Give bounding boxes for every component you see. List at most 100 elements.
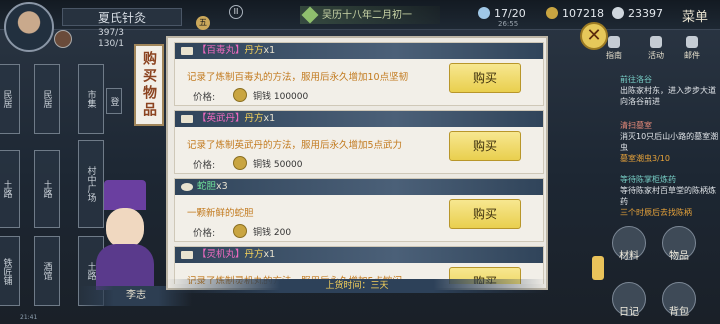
- gallbladder-icon: [181, 183, 193, 191]
- buy-button[interactable]: 购买: [449, 199, 521, 229]
- item-price: 铜钱 100000: [253, 92, 309, 102]
- companion-avatar[interactable]: [54, 30, 72, 48]
- items-label: 物品: [669, 251, 689, 262]
- hp-line-2: 130/1: [98, 39, 124, 49]
- item-count: x1: [263, 45, 276, 56]
- map-cell-dirt-road-2[interactable]: 土路: [34, 150, 60, 228]
- hp-readout: 397/3 130/1: [98, 28, 124, 50]
- shop-item: 蛇胆x3 一颗新鲜的蛇胆 价格: 铜钱 200 购买: [174, 178, 544, 242]
- map-cell-market[interactable]: 市集: [78, 64, 104, 134]
- bag-label: 背包: [669, 307, 689, 318]
- price-label: 价格:: [193, 160, 216, 171]
- shop-item: 【英武丹】丹方x1 记录了炼制英武丹的方法，服用后永久增加5点武力 价格: 铜钱…: [174, 110, 544, 174]
- quest-entry[interactable]: 前往洛谷 出陈家村东，进入步步大道向洛谷前进: [620, 74, 720, 107]
- diary-label: 日记: [619, 307, 639, 318]
- quest-title: 前往洛谷: [620, 75, 652, 84]
- item-description: 记录了炼制百毒丸的方法，服用后永久增加10点坚韧: [187, 72, 409, 83]
- npc-body: [96, 244, 154, 290]
- map-cell-residence-2[interactable]: 民居: [34, 64, 60, 134]
- price-label: 价格:: [193, 92, 216, 103]
- hp-line-1: 397/3: [98, 28, 124, 38]
- item-description: 一颗新鲜的蛇胆: [187, 208, 254, 219]
- copper-coin-icon: [233, 156, 247, 170]
- copper-coin-icon: [233, 88, 247, 102]
- item-header: 蛇胆x3: [175, 179, 543, 195]
- copper-stat: 107218: [546, 7, 604, 20]
- quest-title: 等待陈掌柜炼药: [620, 175, 676, 184]
- item-price: 铜钱 50000: [253, 160, 303, 170]
- shop-modal: 【百毒丸】丹方x1 记录了炼制百毒丸的方法，服用后永久增加10点坚韧 价格: 铜…: [166, 36, 548, 290]
- date-text: 吴历十八年二月初一: [322, 10, 412, 21]
- item-count: x3: [216, 181, 228, 192]
- copper-coin-icon: [546, 7, 558, 19]
- quest-entry[interactable]: 清扫墓室 消灭10只后山小路的墓室潮虫 墓室潮虫3/10: [620, 120, 720, 164]
- map-cell-residence-1[interactable]: 民居: [0, 64, 20, 134]
- energy-stat: 17/20: [478, 7, 526, 20]
- materials-label: 材料: [619, 251, 639, 262]
- hour-badge: 五: [196, 16, 210, 30]
- mail-button[interactable]: 邮件: [678, 36, 706, 60]
- item-name: 【灵机丸】: [197, 249, 245, 260]
- energy-timer: 26:55: [498, 20, 519, 28]
- restock-time: 上货时间：三天: [166, 279, 548, 293]
- materials-button[interactable]: 材料: [612, 226, 646, 262]
- guide-button[interactable]: 指南: [600, 36, 628, 60]
- map-cell-tavern[interactable]: 酒馆: [34, 236, 60, 306]
- diary-button[interactable]: 日记: [612, 282, 646, 318]
- item-price: 铜钱 200: [253, 228, 292, 238]
- quest-entry[interactable]: 等待陈掌柜炼药 等待陈家村百草堂的陈柄炼药 三个时辰后去找陈柄: [620, 174, 720, 218]
- item-kind: 丹方: [244, 113, 264, 124]
- quest-progress: 三个时辰后去找陈柄: [620, 208, 692, 217]
- item-name: 蛇胆: [197, 181, 217, 192]
- npc-face: [106, 208, 144, 248]
- buy-button[interactable]: 购买: [449, 131, 521, 161]
- quest-text: 等待陈家村百草堂的陈柄炼药: [620, 186, 716, 206]
- location-name: 夏氏针灸: [62, 8, 182, 26]
- guide-label: 指南: [606, 51, 622, 60]
- quest-progress: 墓室潮虫3/10: [620, 154, 670, 163]
- item-header: 【英武丹】丹方x1: [175, 111, 543, 127]
- menu-button[interactable]: 菜单: [682, 6, 708, 25]
- item-name: 【百毒丸】: [197, 45, 245, 56]
- recipe-book-icon: [181, 115, 193, 123]
- silver-value: 23397: [628, 7, 663, 20]
- shop-item-list[interactable]: 【百毒丸】丹方x1 记录了炼制百毒丸的方法，服用后永久增加10点坚韧 价格: 铜…: [174, 42, 544, 284]
- item-header: 【百毒丸】丹方x1: [175, 43, 543, 59]
- item-kind: 丹方: [244, 45, 264, 56]
- calendar-icon: [301, 6, 319, 24]
- player-avatar[interactable]: [4, 2, 54, 52]
- mail-label: 邮件: [684, 51, 700, 60]
- buy-button[interactable]: 购买: [449, 63, 521, 93]
- energy-icon: [478, 7, 490, 19]
- item-count: x1: [263, 113, 276, 124]
- copper-coin-icon: [233, 224, 247, 238]
- events-label: 活动: [648, 51, 664, 60]
- map-cell-climb[interactable]: 登: [106, 88, 122, 114]
- item-header: 【灵机丸】丹方x1: [175, 247, 543, 263]
- shop-item: 【百毒丸】丹方x1 记录了炼制百毒丸的方法，服用后永久增加10点坚韧 价格: 铜…: [174, 42, 544, 106]
- energy-value: 17/20: [494, 7, 526, 20]
- events-button[interactable]: 活动: [642, 36, 670, 60]
- silver-coin-icon: [612, 7, 624, 19]
- pause-button[interactable]: II: [229, 5, 243, 19]
- copper-value: 107218: [562, 7, 604, 20]
- clock-readout: 21:41: [20, 314, 38, 321]
- bag-button[interactable]: 背包: [662, 282, 696, 318]
- quest-title: 清扫墓室: [620, 121, 652, 130]
- shop-title: 购买物品: [134, 44, 164, 126]
- item-kind: 丹方: [244, 249, 264, 260]
- recipe-book-icon: [181, 251, 193, 259]
- item-count: x1: [263, 249, 276, 260]
- price-label: 价格:: [193, 228, 216, 239]
- items-button[interactable]: 物品: [662, 226, 696, 262]
- item-description: 记录了炼制英武丹的方法，服用后永久增加5点武力: [187, 140, 403, 151]
- npc-portrait: [88, 180, 162, 290]
- map-cell-blacksmith[interactable]: 铁匠铺: [0, 236, 20, 306]
- quest-text: 出陈家村东，进入步步大道向洛谷前进: [620, 86, 716, 106]
- date-display: 吴历十八年二月初一: [300, 6, 440, 24]
- item-name: 【英武丹】: [197, 113, 245, 124]
- lantern-decoration: [592, 256, 604, 280]
- silver-stat: 23397: [612, 7, 663, 20]
- map-cell-dirt-road-1[interactable]: 土路: [0, 150, 20, 228]
- npc-hat: [104, 180, 146, 210]
